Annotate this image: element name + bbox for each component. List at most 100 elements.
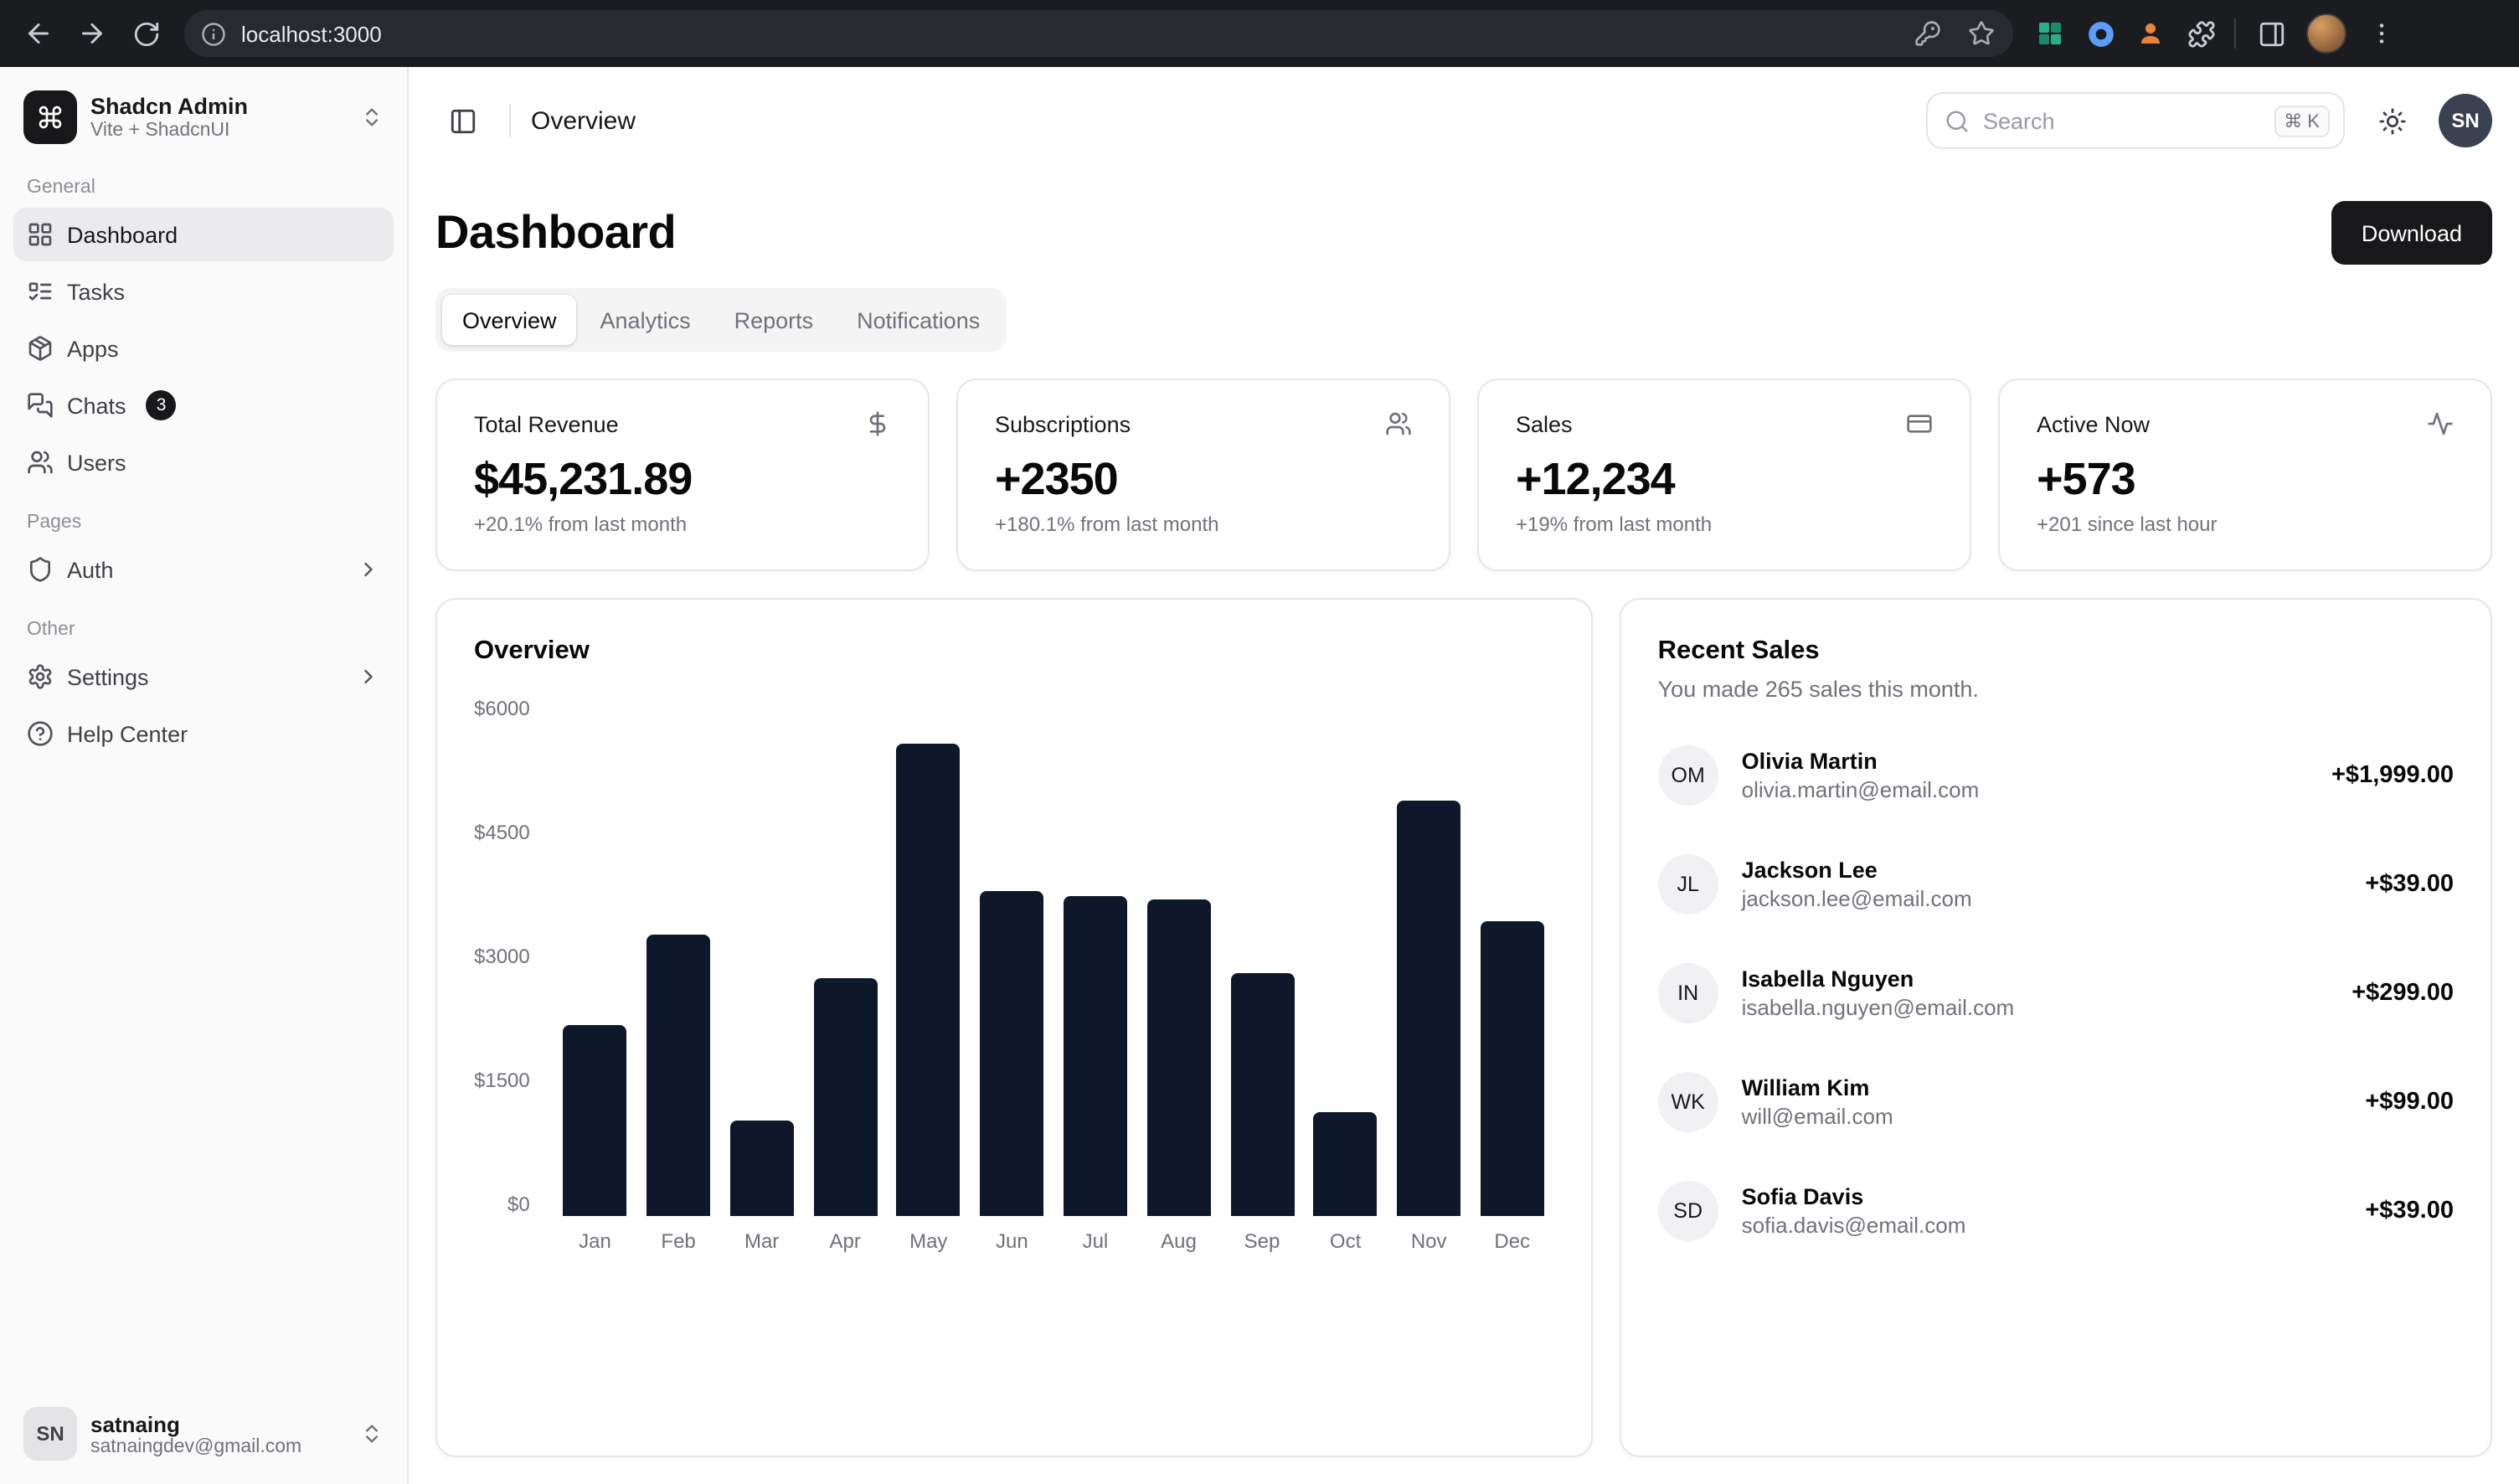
user-name: satnaing	[90, 1411, 347, 1436]
user-avatar: SN	[23, 1407, 77, 1461]
stat-head: Sales	[1516, 410, 1933, 437]
y-tick-label: $1500	[474, 1069, 530, 1092]
stat-title: Active Now	[2037, 411, 2150, 436]
side-panel-icon	[2257, 19, 2285, 48]
tabs: Overview Analytics Reports Notifications	[435, 288, 1007, 352]
browser-menu-button[interactable]	[2357, 8, 2407, 59]
sidebar-item-label: Apps	[67, 336, 119, 361]
page-head: Dashboard Download	[435, 201, 2492, 265]
team-meta: Shadcn Admin Vite + ShadcnUI	[90, 94, 347, 141]
sidebar-user-menu[interactable]: SN satnaing satnaingdev@gmail.com	[13, 1397, 394, 1471]
download-button[interactable]: Download	[2331, 201, 2492, 265]
sale-email: isabella.nguyen@email.com	[1742, 995, 2015, 1020]
team-switcher[interactable]: Shadcn Admin Vite + ShadcnUI	[13, 80, 394, 154]
sale-email: will@email.com	[1742, 1104, 1893, 1129]
dollar-icon	[864, 410, 891, 437]
x-tick-label: Oct	[1304, 1229, 1388, 1253]
sidebar-item-chats[interactable]: Chats 3	[13, 379, 394, 432]
extension-button-3[interactable]	[2127, 10, 2174, 57]
stat-value: +2350	[995, 454, 1412, 506]
profile-avatar[interactable]: SN	[2439, 94, 2492, 147]
bar-jan	[564, 1026, 627, 1216]
bar-column	[803, 697, 887, 1216]
section-label-other: Other	[13, 620, 394, 640]
sidebar-item-tasks[interactable]: Tasks	[13, 265, 394, 318]
chats-badge: 3	[147, 390, 177, 420]
extension-button-2[interactable]	[2077, 10, 2124, 57]
sale-name: Isabella Nguyen	[1742, 966, 2015, 992]
extensions-menu-button[interactable]	[2177, 10, 2224, 57]
sidebar: Shadcn Admin Vite + ShadcnUI General Das…	[0, 67, 409, 1484]
stat-value: +12,234	[1516, 454, 1933, 506]
bar-sep	[1230, 974, 1294, 1216]
sidebar-item-help-center[interactable]: Help Center	[13, 707, 394, 760]
stat-title: Subscriptions	[995, 411, 1131, 436]
recent-sales-card: Recent Sales You made 265 sales this mon…	[1620, 598, 2492, 1457]
password-manager-button[interactable]	[1906, 12, 1950, 55]
main-area: Overview Search ⌘ K SN Dashboard D	[409, 67, 2519, 1484]
tab-notifications[interactable]: Notifications	[837, 295, 1000, 345]
bar-column	[1220, 697, 1304, 1216]
topbar-separator	[509, 104, 511, 137]
browser-window: localhost:3000	[0, 0, 2519, 1484]
dashboard-icon	[27, 221, 54, 248]
auth-shield-icon	[27, 556, 54, 583]
sidebar-item-dashboard[interactable]: Dashboard	[13, 208, 394, 261]
forward-button[interactable]	[67, 8, 117, 59]
page-content: Dashboard Download Overview Analytics Re…	[409, 174, 2519, 1484]
back-button[interactable]	[13, 8, 64, 59]
avatar: IN	[1658, 963, 1718, 1023]
address-bar[interactable]: localhost:3000	[184, 10, 2013, 57]
chart-bars	[554, 697, 1554, 1216]
avatar: WK	[1658, 1072, 1718, 1132]
sale-meta: Isabella Nguyen isabella.nguyen@email.co…	[1742, 966, 2015, 1020]
sidebar-item-apps[interactable]: Apps	[13, 322, 394, 375]
sidebar-item-auth[interactable]: Auth	[13, 543, 394, 596]
reload-icon	[131, 19, 160, 48]
x-tick-label: Jul	[1053, 1229, 1137, 1253]
help-circle-icon	[27, 720, 54, 747]
sidebar-toggle-button[interactable]	[435, 94, 489, 147]
sale-amount: +$1,999.00	[2331, 762, 2454, 789]
star-icon	[1968, 20, 1995, 47]
avatar: JL	[1658, 854, 1718, 915]
browser-profile-avatar[interactable]	[2306, 13, 2346, 54]
side-panel-button[interactable]	[2246, 8, 2296, 59]
browser-chrome: localhost:3000	[0, 0, 2519, 67]
bookmark-button[interactable]	[1960, 12, 2003, 55]
bar-dec	[1481, 922, 1544, 1216]
sidebar-item-settings[interactable]: Settings	[13, 650, 394, 703]
bar-may	[897, 745, 961, 1216]
site-info-button[interactable]	[194, 15, 231, 52]
bar-oct	[1314, 1112, 1378, 1216]
theme-toggle-button[interactable]	[2365, 94, 2419, 147]
search-input[interactable]: Search ⌘ K	[1926, 92, 2345, 149]
avatar: SD	[1658, 1181, 1718, 1241]
y-tick-label: $6000	[474, 697, 530, 720]
x-tick-label: Mar	[720, 1229, 804, 1253]
tab-overview[interactable]: Overview	[442, 295, 577, 345]
tab-analytics[interactable]: Analytics	[580, 295, 711, 345]
sidebar-item-label: Settings	[67, 664, 149, 689]
forward-icon	[77, 18, 107, 49]
sale-amount: +$39.00	[2365, 1198, 2454, 1224]
url-text: localhost:3000	[241, 21, 382, 46]
activity-icon	[2427, 410, 2454, 437]
stat-note: +20.1% from last month	[474, 513, 891, 536]
bar-column	[1471, 697, 1554, 1216]
extension-button-1[interactable]	[2027, 10, 2073, 57]
sidebar-item-users[interactable]: Users	[13, 435, 394, 489]
stat-title: Sales	[1516, 411, 1573, 436]
bar-jul	[1064, 896, 1127, 1216]
list-item: SD Sofia Davis sofia.davis@email.com +$3…	[1658, 1181, 2454, 1241]
sidebar-nav-other: Settings Help Center	[13, 650, 394, 760]
tab-reports[interactable]: Reports	[714, 295, 834, 345]
chats-icon	[27, 392, 54, 419]
bar-column	[887, 697, 971, 1216]
user-email: satnaingdev@gmail.com	[90, 1436, 347, 1456]
tasks-icon	[27, 278, 54, 305]
stat-head: Subscriptions	[995, 410, 1412, 437]
bar-nov	[1397, 801, 1460, 1216]
reload-button[interactable]	[121, 8, 171, 59]
x-tick-label: Apr	[803, 1229, 887, 1253]
